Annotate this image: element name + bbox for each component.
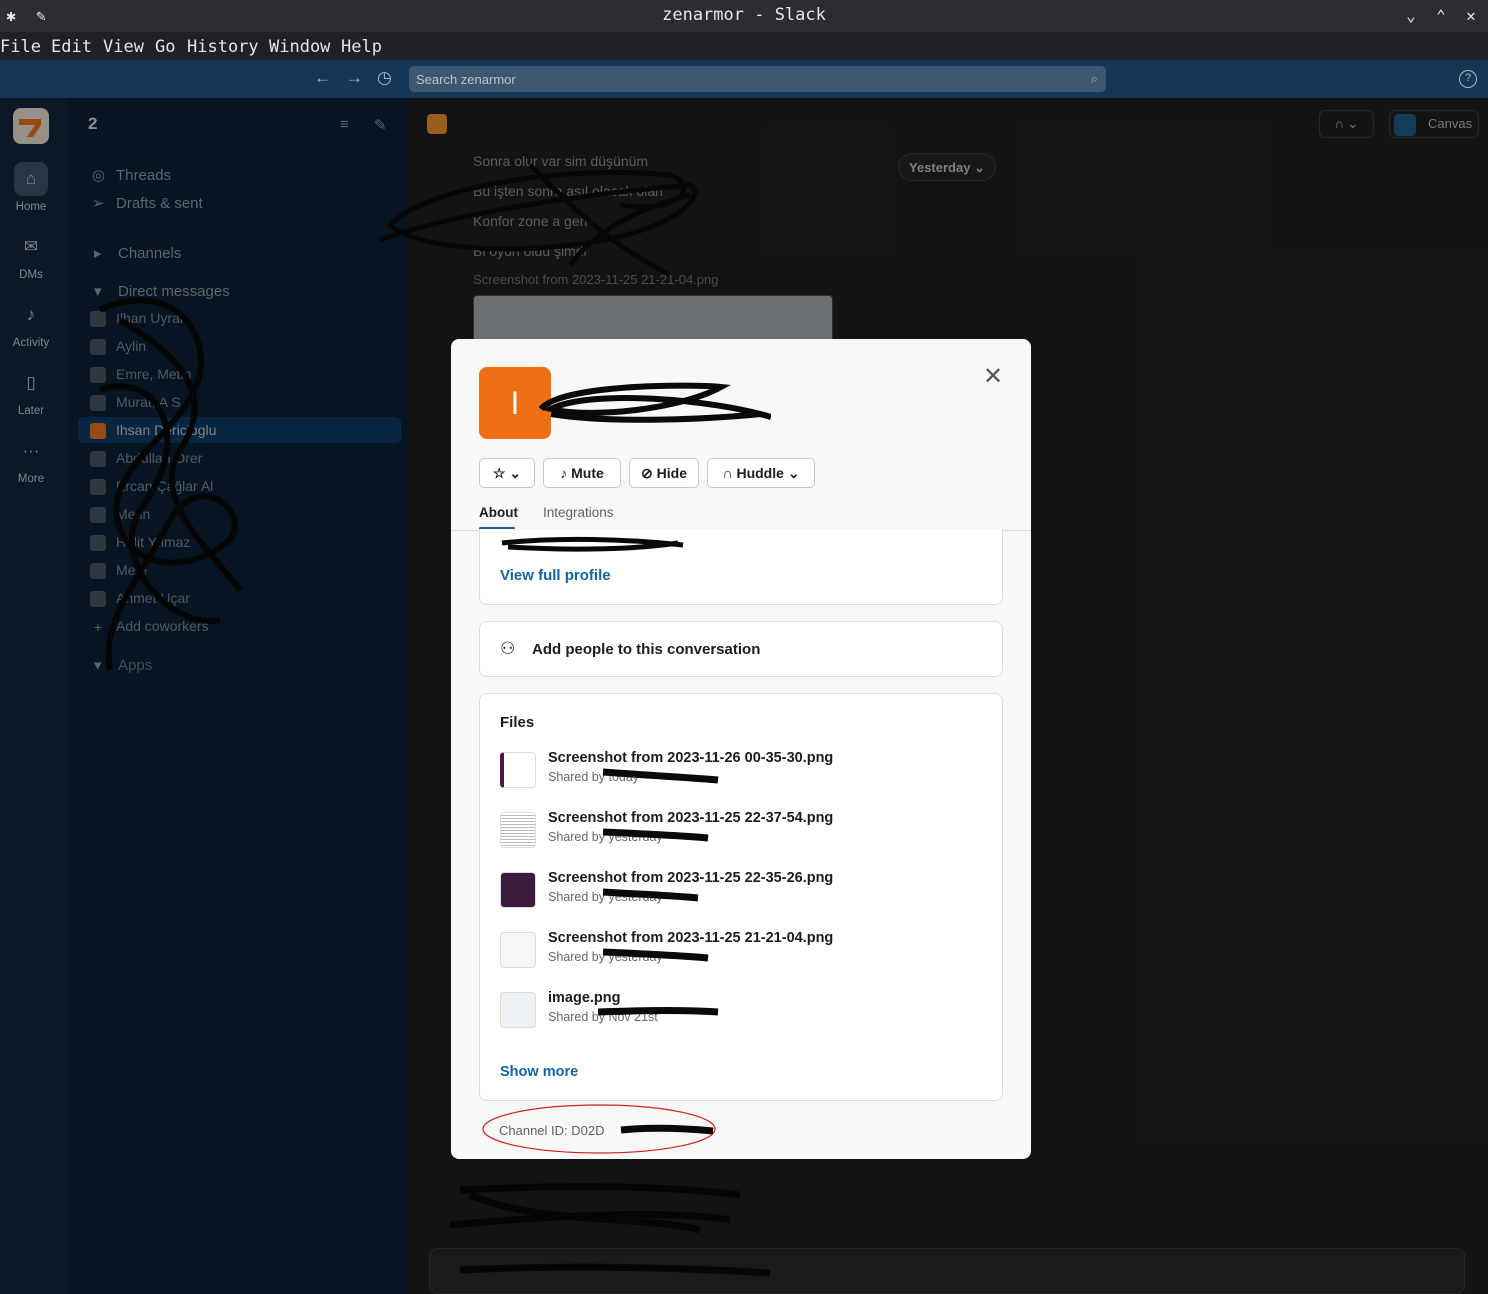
file-item[interactable]: Screenshot from 2023-11-26 00-35-30.png …: [500, 750, 980, 790]
file-thumbnail: [500, 812, 536, 848]
chevron-down-icon: ⌄: [787, 465, 800, 481]
menu-file[interactable]: File: [0, 37, 41, 57]
file-thumbnail: [500, 752, 536, 788]
hide-icon: ⊘: [641, 465, 653, 481]
bell-icon: ♪: [560, 465, 568, 481]
star-icon: ☆: [492, 465, 506, 481]
file-item[interactable]: Screenshot from 2023-11-25 21-21-04.png …: [500, 930, 980, 970]
search-input[interactable]: Search zenarmor ⌕: [409, 66, 1106, 92]
chevron-down-icon: ⌄: [509, 465, 522, 481]
menu-bar: File Edit View Go History Window Help: [0, 32, 1488, 60]
redaction-scribble: [538, 382, 771, 423]
menu-window[interactable]: Window: [269, 37, 330, 57]
menu-help[interactable]: Help: [341, 37, 382, 57]
close-icon[interactable]: ✕: [981, 365, 1005, 389]
conversation-details-modal: I ✕ ☆ ⌄ ♪ Mute ⊘ Hide ∩ Huddle ⌄ About I…: [451, 339, 1031, 1159]
add-person-icon: ⚇: [500, 639, 516, 658]
files-title: Files: [500, 714, 535, 731]
file-item[interactable]: Screenshot from 2023-11-25 22-37-54.png …: [500, 810, 980, 850]
menu-edit[interactable]: Edit: [51, 37, 92, 57]
avatar: I: [479, 367, 551, 439]
back-arrow-icon[interactable]: ←: [314, 68, 331, 88]
menu-history[interactable]: History: [187, 37, 259, 57]
add-people-button[interactable]: ⚇ Add people to this conversation: [479, 621, 1003, 677]
channel-id: Channel ID: D02D: [499, 1123, 605, 1138]
forward-arrow-icon[interactable]: →: [346, 68, 363, 88]
tab-integrations[interactable]: Integrations: [543, 505, 614, 520]
search-placeholder: Search zenarmor: [416, 72, 516, 87]
view-full-profile-link[interactable]: View full profile: [500, 567, 611, 584]
maximize-icon[interactable]: ⌃: [1431, 6, 1451, 26]
file-item[interactable]: Screenshot from 2023-11-25 22-35-26.png …: [500, 870, 980, 910]
file-thumbnail: [500, 932, 536, 968]
mute-button[interactable]: ♪ Mute: [543, 458, 621, 488]
history-clock-icon[interactable]: ◷: [377, 68, 392, 88]
menu-go[interactable]: Go: [155, 37, 175, 57]
show-more-link[interactable]: Show more: [500, 1064, 578, 1080]
menu-view[interactable]: View: [103, 37, 144, 57]
title-bar: ✱ ✎ zenarmor - Slack ⌄ ⌃ ✕: [0, 0, 1488, 32]
files-card: Files Screenshot from 2023-11-26 00-35-3…: [479, 693, 1003, 1101]
huddle-button[interactable]: ∩ Huddle ⌄: [707, 458, 815, 488]
star-button[interactable]: ☆ ⌄: [479, 458, 535, 488]
minimize-icon[interactable]: ⌄: [1401, 6, 1421, 26]
hide-button[interactable]: ⊘ Hide: [629, 458, 699, 488]
help-icon[interactable]: ?: [1459, 70, 1477, 88]
headphones-icon: ∩: [722, 465, 733, 481]
tab-about[interactable]: About: [479, 505, 518, 520]
redaction-scribble: [501, 536, 684, 552]
file-thumbnail: [500, 992, 536, 1028]
file-item[interactable]: image.png Shared by Nov 21st: [500, 990, 980, 1030]
search-icon: ⌕: [1090, 71, 1098, 86]
window-title: zenarmor - Slack: [662, 5, 826, 25]
file-thumbnail: [500, 872, 536, 908]
about-card: View full profile: [479, 529, 1003, 605]
close-window-icon[interactable]: ✕: [1461, 6, 1481, 26]
